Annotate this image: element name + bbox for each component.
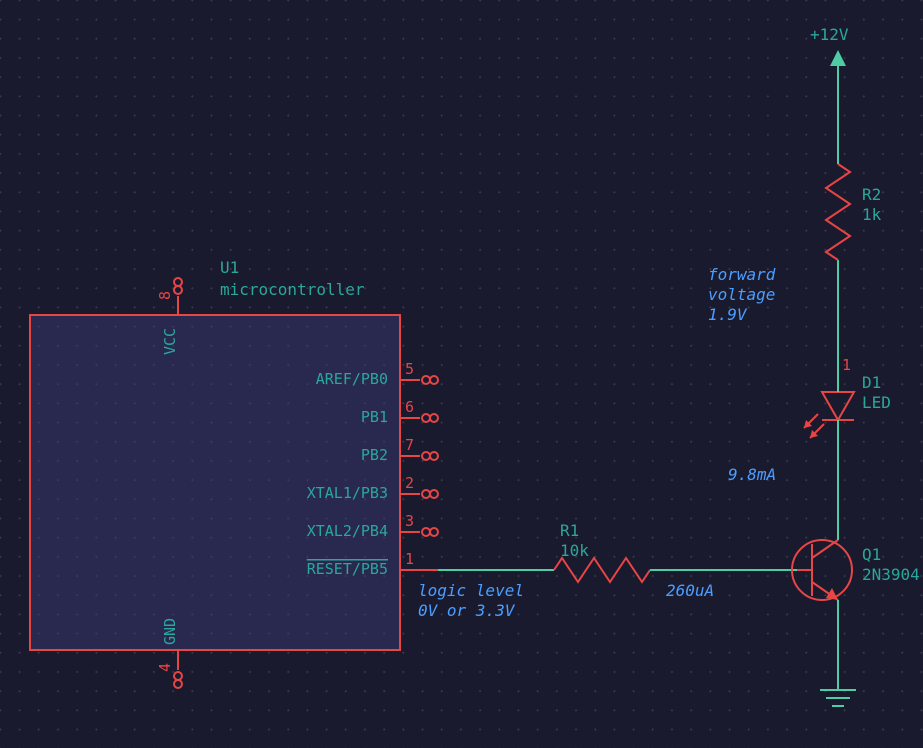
note-ibase: 260uA bbox=[666, 581, 714, 600]
power-label: +12V bbox=[810, 25, 849, 44]
d1-ref: D1 bbox=[862, 373, 881, 392]
r1-symbol bbox=[554, 558, 650, 582]
pin-num: 5 bbox=[405, 360, 414, 378]
d1-value: LED bbox=[862, 393, 891, 412]
u1-body bbox=[30, 315, 400, 650]
pin-num: 2 bbox=[405, 474, 414, 492]
pin-num: 3 bbox=[405, 512, 414, 530]
u1-ref: U1 bbox=[220, 258, 239, 277]
q1-value: 2N3904 bbox=[862, 565, 920, 584]
note-fwd-3: 1.9V bbox=[708, 305, 748, 324]
q1-ref: Q1 bbox=[862, 545, 881, 564]
pin-label: XTAL1/PB3 bbox=[307, 484, 388, 502]
q1-symbol bbox=[792, 540, 852, 600]
d1-symbol bbox=[804, 392, 854, 438]
u1-value: microcontroller bbox=[220, 280, 365, 299]
pin-label: AREF/PB0 bbox=[316, 370, 388, 388]
pin-label: RESET/PB5 bbox=[307, 560, 388, 578]
r2-ref: R2 bbox=[862, 185, 881, 204]
power-symbol bbox=[830, 50, 846, 80]
u1-pin-gnd: 4 bbox=[156, 663, 174, 672]
r2-symbol bbox=[826, 164, 850, 260]
pin-num: 1 bbox=[405, 550, 414, 568]
d1-pin1: 1 bbox=[842, 356, 851, 374]
r1-ref: R1 bbox=[560, 521, 579, 540]
u1-gnd-label: GND bbox=[161, 618, 179, 645]
note-iled: 9.8mA bbox=[728, 465, 776, 484]
pin-label: PB1 bbox=[361, 408, 388, 426]
pin-label: PB2 bbox=[361, 446, 388, 464]
note-logic-1: logic level bbox=[418, 581, 524, 600]
u1-vcc-label: VCC bbox=[161, 328, 179, 355]
r2-value: 1k bbox=[862, 205, 882, 224]
gnd-symbol bbox=[820, 690, 856, 706]
note-logic-2: 0V or 3.3V bbox=[418, 601, 516, 620]
pin-num: 6 bbox=[405, 398, 414, 416]
pin-num: 7 bbox=[405, 436, 414, 454]
pin-label: XTAL2/PB4 bbox=[307, 522, 388, 540]
note-fwd-1: forward bbox=[708, 265, 776, 284]
u1-pin-vcc: 8 bbox=[156, 291, 174, 300]
note-fwd-2: voltage bbox=[708, 285, 775, 304]
r1-value: 10k bbox=[560, 541, 589, 560]
schematic-canvas: U1 microcontroller VCC 8 GND 4 AREF/PB0 … bbox=[0, 0, 923, 748]
